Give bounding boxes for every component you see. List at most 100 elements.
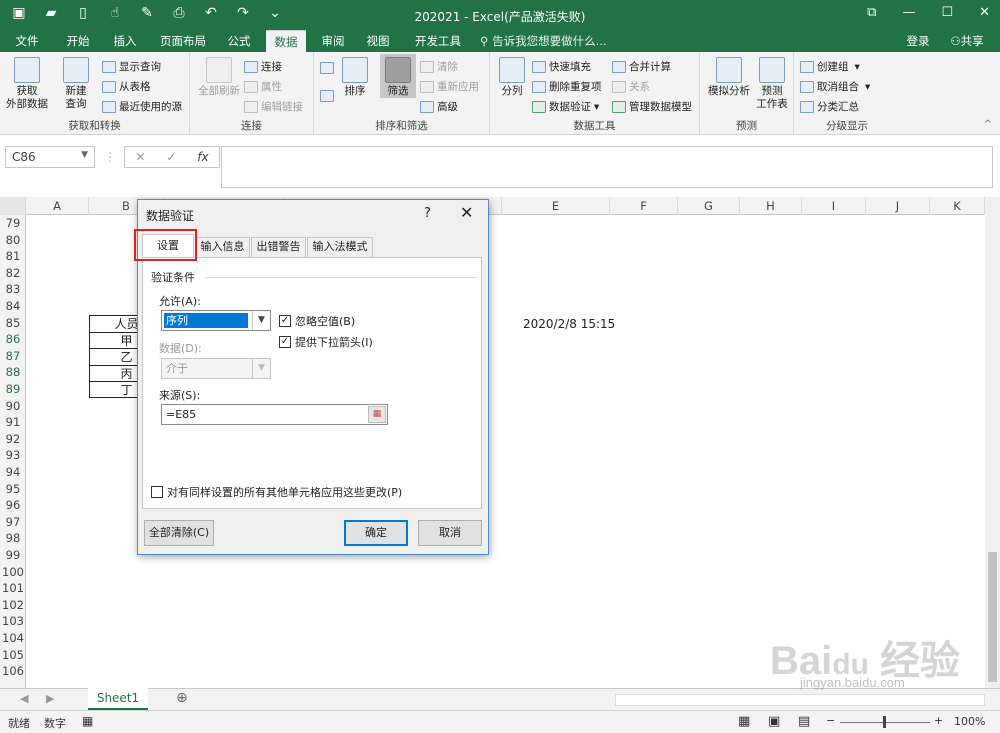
row-header[interactable]: 104 bbox=[0, 630, 26, 647]
formula-input[interactable] bbox=[221, 146, 993, 188]
formula-bar-splitter[interactable]: ⋮ bbox=[104, 150, 116, 164]
scroll-right-icon[interactable]: ▶ bbox=[46, 692, 54, 705]
vertical-scrollbar[interactable] bbox=[985, 197, 1000, 688]
connections-button[interactable]: 连接 bbox=[244, 59, 282, 74]
zoom-in-icon[interactable]: + bbox=[934, 714, 943, 727]
row-header[interactable]: 80 bbox=[0, 232, 26, 249]
row-header[interactable]: 96 bbox=[0, 497, 26, 514]
ungroup-button[interactable]: 取消组合 ▾ bbox=[800, 79, 870, 94]
tab-data[interactable]: 数据 bbox=[266, 30, 306, 52]
maximize-icon[interactable]: ☐ bbox=[941, 5, 953, 20]
minimize-icon[interactable]: — bbox=[902, 5, 915, 20]
clear-filter-button[interactable]: 清除 bbox=[420, 59, 458, 74]
row-header[interactable]: 102 bbox=[0, 597, 26, 614]
row-header[interactable]: 95 bbox=[0, 481, 26, 498]
group-button[interactable]: 创建组 ▾ bbox=[800, 59, 860, 74]
cancel-icon[interactable]: ✕ bbox=[135, 150, 145, 164]
tab-view[interactable]: 视图 bbox=[358, 30, 398, 52]
data-select[interactable]: 介于 ▼ bbox=[161, 358, 271, 379]
row-header[interactable]: 81 bbox=[0, 248, 26, 265]
new-query-button[interactable]: 新建 查询 bbox=[56, 57, 96, 111]
col-header-a[interactable]: A bbox=[26, 197, 89, 215]
ignore-blank-checkbox[interactable]: ✓ 忽略空值(B) bbox=[279, 313, 355, 329]
recent-sources-button[interactable]: 最近使用的源 bbox=[102, 99, 182, 114]
row-header[interactable]: 82 bbox=[0, 265, 26, 282]
from-table-button[interactable]: 从表格 bbox=[102, 79, 151, 94]
col-header-j[interactable]: J bbox=[866, 197, 930, 215]
flash-fill-button[interactable]: 快速填充 bbox=[532, 59, 591, 74]
collapse-ribbon-icon[interactable]: ^ bbox=[984, 119, 992, 130]
ok-button[interactable]: 确定 bbox=[344, 520, 408, 546]
tab-page-layout[interactable]: 页面布局 bbox=[152, 30, 214, 52]
manage-data-model-button[interactable]: 管理数据模型 bbox=[612, 99, 692, 114]
row-header[interactable]: 105 bbox=[0, 647, 26, 664]
subtotal-button[interactable]: 分类汇总 bbox=[800, 99, 859, 114]
zoom-slider-thumb[interactable] bbox=[883, 716, 886, 728]
enter-icon[interactable]: ✓ bbox=[166, 150, 176, 164]
row-header[interactable]: 89 bbox=[0, 381, 26, 398]
tab-developer[interactable]: 开发工具 bbox=[406, 30, 470, 52]
filter-button[interactable]: 筛选 bbox=[380, 54, 416, 98]
tab-review[interactable]: 审阅 bbox=[313, 30, 353, 52]
edit-links-button[interactable]: 编辑链接 bbox=[244, 99, 303, 114]
remove-duplicates-button[interactable]: 删除重复项 bbox=[532, 79, 602, 94]
sort-az-button[interactable] bbox=[320, 62, 337, 74]
col-header-k[interactable]: K bbox=[930, 197, 985, 215]
chevron-down-icon[interactable]: ▼ bbox=[252, 311, 270, 330]
row-header[interactable]: 87 bbox=[0, 348, 26, 365]
dropdown-arrow-checkbox[interactable]: ✓ 提供下拉箭头(I) bbox=[279, 334, 373, 350]
select-all-corner[interactable] bbox=[0, 197, 26, 215]
row-header[interactable]: 88 bbox=[0, 364, 26, 381]
get-external-data-button[interactable]: 获取 外部数据 bbox=[4, 57, 50, 111]
help-icon[interactable]: ? bbox=[424, 206, 431, 221]
row-header[interactable]: 101 bbox=[0, 580, 26, 597]
row-header[interactable]: 83 bbox=[0, 281, 26, 298]
row-header[interactable]: 90 bbox=[0, 398, 26, 415]
sheet-tab[interactable]: Sheet1 bbox=[88, 688, 148, 710]
close-icon[interactable]: ✕ bbox=[979, 5, 990, 20]
col-header-f[interactable]: F bbox=[610, 197, 678, 215]
zoom-out-icon[interactable]: − bbox=[826, 714, 835, 727]
row-header[interactable]: 106 bbox=[0, 663, 26, 680]
share-button[interactable]: ⚇共享 bbox=[942, 30, 992, 52]
advanced-filter-button[interactable]: 高级 bbox=[420, 99, 458, 114]
add-sheet-icon[interactable]: ⊕ bbox=[176, 690, 188, 706]
row-header[interactable]: 92 bbox=[0, 431, 26, 448]
tab-insert[interactable]: 插入 bbox=[105, 30, 145, 52]
range-selector-icon[interactable]: ▦ bbox=[368, 406, 386, 423]
row-header[interactable]: 79 bbox=[0, 215, 26, 232]
source-input[interactable]: =E85 ▦ bbox=[161, 404, 388, 425]
col-header-e[interactable]: E bbox=[502, 197, 610, 215]
normal-view-icon[interactable]: ▦ bbox=[738, 714, 750, 729]
apply-all-checkbox[interactable]: 对有同样设置的所有其他单元格应用这些更改(P) bbox=[151, 484, 402, 500]
col-header-h[interactable]: H bbox=[740, 197, 802, 215]
login-link[interactable]: 登录 bbox=[900, 30, 936, 52]
row-header[interactable]: 103 bbox=[0, 613, 26, 630]
data-validation-button[interactable]: 数据验证 ▾ bbox=[532, 99, 599, 114]
tab-formulas[interactable]: 公式 bbox=[219, 30, 259, 52]
what-if-analysis-button[interactable]: 模拟分析 bbox=[704, 57, 754, 98]
insert-function-icon[interactable]: fx bbox=[197, 150, 208, 164]
close-icon[interactable]: ✕ bbox=[460, 203, 473, 222]
scroll-left-icon[interactable]: ◀ bbox=[20, 692, 28, 705]
tab-home[interactable]: 开始 bbox=[58, 30, 98, 52]
sort-za-button[interactable] bbox=[320, 90, 337, 102]
tell-me-box[interactable]: ⚲ 告诉我您想要做什么... bbox=[480, 30, 610, 52]
restore-icon[interactable]: ⧉ bbox=[867, 5, 876, 20]
row-header[interactable]: 86 bbox=[0, 331, 26, 348]
row-header[interactable]: 97 bbox=[0, 514, 26, 531]
row-header[interactable]: 93 bbox=[0, 447, 26, 464]
consolidate-button[interactable]: 合并计算 bbox=[612, 59, 671, 74]
relationships-button[interactable]: 关系 bbox=[612, 79, 650, 94]
tab-error-alert[interactable]: 出错警告 bbox=[251, 237, 306, 257]
reapply-button[interactable]: 重新应用 bbox=[420, 79, 479, 94]
zoom-level[interactable]: 100% bbox=[954, 715, 985, 728]
col-header-i[interactable]: I bbox=[802, 197, 866, 215]
tab-ime-mode[interactable]: 输入法模式 bbox=[307, 237, 373, 257]
cancel-button[interactable]: 取消 bbox=[418, 520, 482, 546]
clear-all-button[interactable]: 全部清除(C) bbox=[144, 520, 214, 546]
forecast-sheet-button[interactable]: 预测 工作表 bbox=[754, 57, 790, 111]
scrollbar-thumb[interactable] bbox=[988, 552, 997, 682]
refresh-all-button[interactable]: 全部刷新 bbox=[194, 57, 244, 98]
row-header[interactable]: 99 bbox=[0, 547, 26, 564]
